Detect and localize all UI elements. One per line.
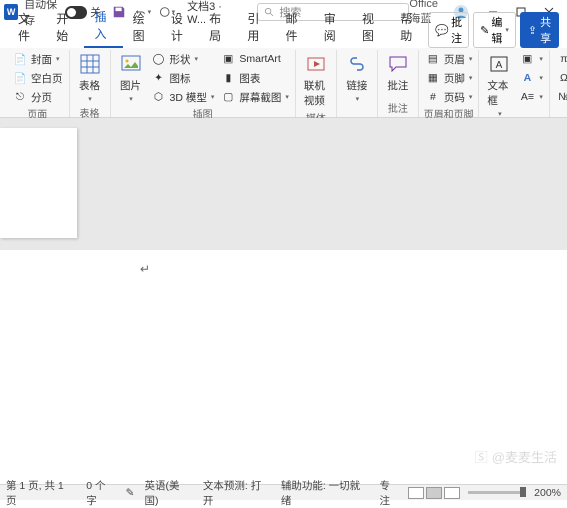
comment-bubble-icon bbox=[386, 52, 410, 76]
comments-button[interactable]: 💬批注 bbox=[428, 12, 469, 48]
group-illustrations: 图片▾ ◯形状▾ ✦图标 ⬡3D 模型▾ ▣SmartArt ▮图表 ▢屏幕截图… bbox=[111, 50, 296, 117]
group-label-links bbox=[355, 105, 358, 118]
tab-layout[interactable]: 布局 bbox=[199, 6, 237, 48]
screenshot-icon: ▢ bbox=[220, 89, 236, 105]
shapes-icon: ◯ bbox=[151, 51, 167, 67]
page-corner bbox=[0, 128, 77, 238]
header-icon: ▤ bbox=[425, 51, 441, 67]
cover-page-button[interactable]: 📄封面▾ bbox=[10, 50, 65, 68]
pagenum-icon: # bbox=[425, 89, 441, 105]
cover-page-icon: 📄 bbox=[12, 51, 28, 67]
page-info[interactable]: 第 1 页, 共 1 页 bbox=[6, 478, 76, 508]
quick-parts-button[interactable]: ▣▾ bbox=[517, 50, 545, 68]
header-button[interactable]: ▤页眉▾ bbox=[423, 50, 475, 68]
paragraph-mark-icon: ↵ bbox=[140, 262, 150, 276]
page-break-icon: ⎋ bbox=[12, 89, 28, 105]
footer-icon: ▦ bbox=[425, 70, 441, 86]
comment-icon: 💬 bbox=[435, 24, 449, 37]
tab-references[interactable]: 引用 bbox=[237, 6, 275, 48]
table-icon bbox=[78, 52, 102, 76]
word-count[interactable]: 0 个字 bbox=[86, 478, 115, 508]
3d-models-button[interactable]: ⬡3D 模型▾ bbox=[149, 88, 217, 106]
group-header-footer: ▤页眉▾ ▦页脚▾ #页码▾ 页眉和页脚 bbox=[419, 50, 480, 117]
icons-button[interactable]: ✦图标 bbox=[149, 69, 217, 87]
zoom-slider[interactable] bbox=[468, 491, 526, 494]
blank-page-icon: 📄 bbox=[12, 70, 28, 86]
link-icon bbox=[345, 52, 369, 76]
link-button[interactable]: 链接▾ bbox=[341, 50, 373, 105]
table-button[interactable]: 表格▾ bbox=[74, 50, 106, 105]
toggle-switch-icon[interactable] bbox=[65, 6, 87, 19]
svg-text:A: A bbox=[496, 60, 503, 71]
smartart-icon: ▣ bbox=[220, 51, 236, 67]
watermark: 🅂 @麦麦生活 bbox=[475, 447, 557, 466]
tab-view[interactable]: 视图 bbox=[352, 6, 390, 48]
symbol-button[interactable]: Ω符号▾ bbox=[554, 69, 567, 87]
zoom-level[interactable]: 200% bbox=[534, 487, 561, 499]
tab-help[interactable]: 帮助 bbox=[390, 6, 428, 48]
web-layout-button[interactable] bbox=[444, 487, 460, 499]
pictures-button[interactable]: 图片▾ bbox=[115, 50, 147, 105]
group-text: A 文本框▾ ▣▾ A▾ A≡▾ 文本 bbox=[479, 50, 550, 117]
group-tables: 表格▾ 表格 bbox=[70, 50, 111, 117]
group-comments: 批注 批注 bbox=[378, 50, 419, 117]
watermark-icon: 🅂 bbox=[475, 447, 488, 466]
smartart-button[interactable]: ▣SmartArt bbox=[218, 50, 291, 68]
view-buttons bbox=[408, 487, 460, 499]
online-video-button[interactable]: 联机视频 bbox=[300, 50, 332, 110]
dropcap-button[interactable]: A≡▾ bbox=[517, 88, 545, 106]
ribbon: 📄封面▾ 📄空白页 ⎋分页 页面 表格▾ 表格 图片▾ ◯形状▾ ✦图标 ⬡3D bbox=[0, 48, 567, 118]
tab-draw[interactable]: 绘图 bbox=[123, 6, 161, 48]
group-symbols: π公式▾ Ω符号▾ №编号 符号 bbox=[550, 50, 567, 117]
symbol-icon: Ω bbox=[556, 70, 567, 86]
comment-button[interactable]: 批注 bbox=[382, 50, 414, 95]
wordart-button[interactable]: A▾ bbox=[517, 69, 545, 87]
read-mode-button[interactable] bbox=[408, 487, 424, 499]
text-predict-status[interactable]: 文本预测: 打开 bbox=[203, 478, 271, 508]
chart-icon: ▮ bbox=[220, 70, 236, 86]
number-button[interactable]: №编号 bbox=[554, 88, 567, 106]
language-status[interactable]: 英语(美国) bbox=[144, 478, 192, 508]
group-media: 联机视频 媒体 bbox=[296, 50, 337, 117]
video-icon bbox=[304, 52, 328, 76]
pencil-icon: ✎ bbox=[480, 24, 489, 37]
picture-icon bbox=[119, 52, 143, 76]
equation-button[interactable]: π公式▾ bbox=[554, 50, 567, 68]
shapes-button[interactable]: ◯形状▾ bbox=[149, 50, 217, 68]
edit-mode-button[interactable]: ✎编辑▾ bbox=[473, 12, 516, 48]
group-links: 链接▾ bbox=[337, 50, 378, 117]
ribbon-tabs: 文件 开始 插入 绘图 设计 布局 引用 邮件 审阅 视图 帮助 💬批注 ✎编辑… bbox=[0, 24, 567, 48]
tab-file[interactable]: 文件 bbox=[8, 6, 46, 48]
screenshot-button[interactable]: ▢屏幕截图▾ bbox=[218, 88, 291, 106]
page-number-button[interactable]: #页码▾ bbox=[423, 88, 475, 106]
cube-icon: ⬡ bbox=[151, 89, 167, 105]
page-break-button[interactable]: ⎋分页 bbox=[10, 88, 65, 106]
accessibility-status[interactable]: 辅助功能: 一切就绪 bbox=[281, 478, 370, 508]
group-pages: 📄封面▾ 📄空白页 ⎋分页 页面 bbox=[6, 50, 70, 117]
spellcheck-icon[interactable]: ✎ bbox=[126, 487, 135, 499]
tab-review[interactable]: 审阅 bbox=[314, 6, 352, 48]
document-canvas[interactable]: ↵ 🅂 @麦麦生活 bbox=[0, 118, 567, 484]
textbox-icon: A bbox=[487, 52, 511, 76]
print-layout-button[interactable] bbox=[426, 487, 442, 499]
blank-page-button[interactable]: 📄空白页 bbox=[10, 69, 65, 87]
dropcap-icon: A≡ bbox=[519, 89, 535, 105]
icons-icon: ✦ bbox=[151, 70, 167, 86]
tab-mailings[interactable]: 邮件 bbox=[276, 6, 314, 48]
wordart-icon: A bbox=[519, 70, 535, 86]
chart-button[interactable]: ▮图表 bbox=[218, 69, 291, 87]
share-icon: ⇪ bbox=[528, 24, 537, 37]
share-button[interactable]: ⇪共享 bbox=[520, 12, 559, 48]
equation-icon: π bbox=[556, 51, 567, 67]
textbox-button[interactable]: A 文本框▾ bbox=[483, 50, 515, 120]
parts-icon: ▣ bbox=[519, 51, 535, 67]
footer-button[interactable]: ▦页脚▾ bbox=[423, 69, 475, 87]
group-label-comments: 批注 bbox=[388, 100, 408, 117]
number-icon: № bbox=[556, 89, 567, 105]
focus-mode[interactable]: 专注 bbox=[380, 478, 400, 508]
tab-design[interactable]: 设计 bbox=[161, 6, 199, 48]
tab-insert[interactable]: 插入 bbox=[84, 4, 122, 48]
statusbar: 第 1 页, 共 1 页 0 个字 ✎ 英语(美国) 文本预测: 打开 辅助功能… bbox=[0, 484, 567, 500]
